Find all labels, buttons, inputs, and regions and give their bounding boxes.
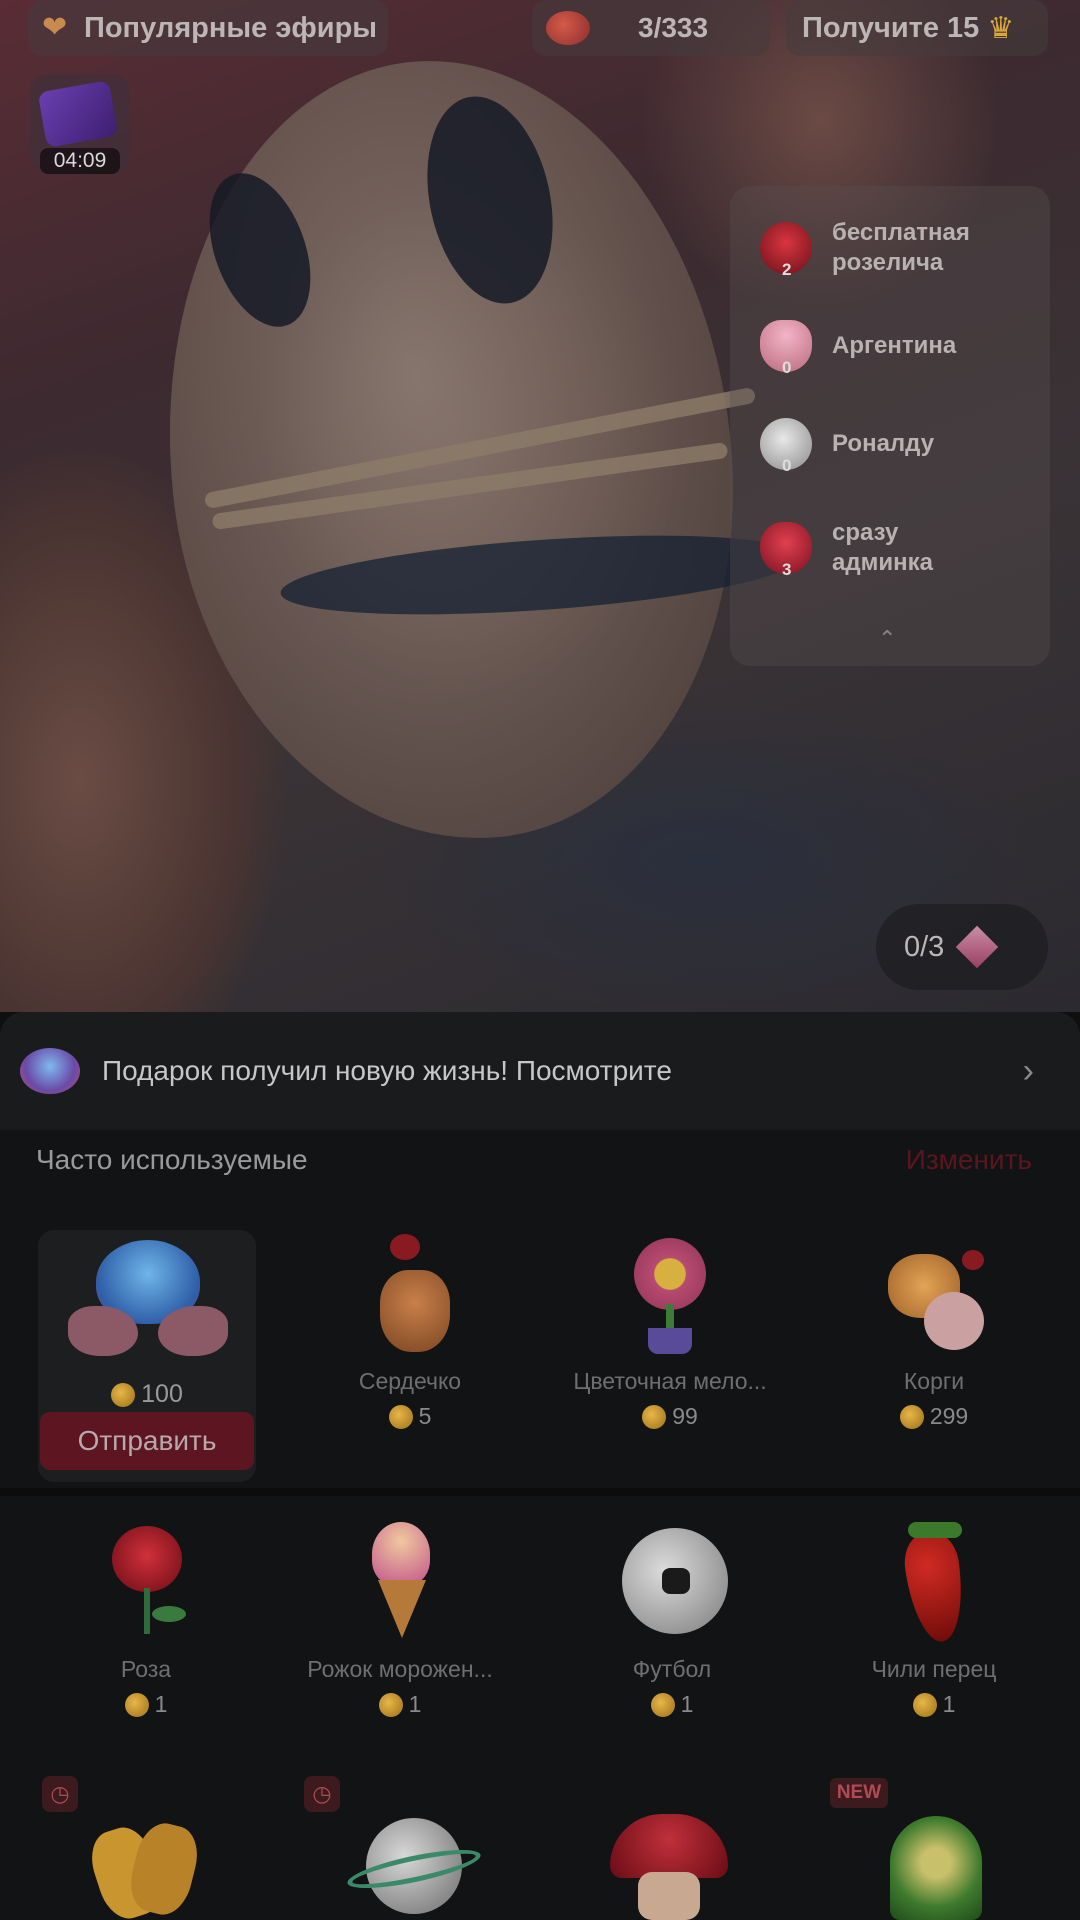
rose-icon: 2 [754, 216, 818, 280]
coin-icon [388, 1404, 413, 1429]
planet-ball-icon[interactable] [344, 1812, 484, 1920]
coin-icon [124, 1692, 149, 1717]
send-button[interactable]: Отправить [40, 1412, 254, 1470]
section-divider [0, 1488, 1080, 1496]
heart-hands-icon [68, 1236, 228, 1366]
gift-box-icon [37, 80, 119, 148]
gift-name: Футбол [632, 1656, 712, 1682]
rose-icon [86, 1522, 206, 1642]
gift-goal-item[interactable]: 0 Роналду [754, 412, 992, 476]
gift-name: Корги [903, 1368, 965, 1394]
gift-price: 5 [300, 1403, 520, 1430]
coin-icon [912, 1692, 937, 1717]
football-icon [612, 1522, 732, 1642]
gift-price-value: 1 [408, 1691, 422, 1717]
gift-name: Чили перец [871, 1656, 997, 1682]
gift-name: Сердечко [358, 1368, 462, 1394]
get-reward-label: Получите 15 [802, 11, 980, 44]
gift-goal-item[interactable]: 3 сразу админка [754, 516, 992, 580]
chevron-right-icon: › [1022, 1052, 1034, 1090]
selected-gift-price: 100 [38, 1380, 256, 1409]
stopwatch-icon: ◷ [304, 1776, 340, 1812]
gift-goal-label: Аргентина [832, 332, 957, 359]
heart-icon: 3 [754, 516, 818, 580]
gift-price-value: 1 [680, 1691, 694, 1717]
gift-price: 99 [560, 1403, 780, 1430]
gift-name: Цветочная мело... [573, 1368, 767, 1394]
gift-goal-item[interactable]: 0 Аргентина [754, 314, 992, 378]
mushroom-icon[interactable] [604, 1808, 734, 1920]
football-icon: 0 [754, 412, 818, 476]
gift-item[interactable]: Чили перец 1 [824, 1522, 1044, 1718]
popular-lives-button[interactable]: ❤ Популярные эфиры [28, 0, 388, 56]
gift-price-value: 5 [418, 1403, 432, 1429]
chevron-up-icon[interactable]: ⌃ [878, 626, 896, 652]
coin-icon [899, 1404, 924, 1429]
coin-icon [378, 1692, 403, 1717]
gift-gem-icon [20, 1048, 80, 1094]
gift-item[interactable]: Футбол 1 [562, 1522, 782, 1718]
ice-cream-icon: 0 [754, 314, 818, 378]
gift-goal-count: 0 [782, 456, 792, 475]
stopwatch-icon: ◷ [42, 1776, 78, 1812]
gift-goal-count: 3 [782, 560, 792, 579]
gift-goal-label: Роналду [832, 430, 935, 457]
gift-goal-count: 0 [782, 358, 792, 377]
gift-item[interactable]: Цветочная мело... 99 [560, 1234, 780, 1430]
heart-icon: ❤ [42, 11, 68, 44]
banner-text: Подарок получил новую жизнь! Посмотрите [102, 1055, 672, 1086]
gift-price: 1 [290, 1691, 510, 1718]
finger-heart-icon [350, 1234, 470, 1354]
timed-gift-countdown: 04:09 [40, 148, 120, 174]
gift-item[interactable]: Корги 299 [824, 1234, 1044, 1430]
edit-button[interactable]: Изменить [906, 1144, 1032, 1176]
gift-item[interactable]: Рожок морожен... 1 [290, 1522, 510, 1718]
gift-price-value: 1 [154, 1691, 168, 1717]
gift-progress-pill[interactable]: 3/333 [532, 0, 770, 56]
gift-price: 299 [824, 1403, 1044, 1430]
crown-icon: ♛ [987, 11, 1015, 45]
coin-icon [111, 1382, 136, 1407]
clapping-hands-icon[interactable] [83, 1802, 208, 1920]
gift-goal-label: бесплатная розелича [832, 219, 970, 276]
corgi-icon [874, 1234, 994, 1354]
ice-cream-icon [340, 1522, 460, 1642]
diamond-progress-pill[interactable]: 0/3 [876, 904, 1048, 990]
selected-gift-price-value: 100 [141, 1380, 183, 1408]
gift-goal-label: сразу админка [832, 519, 933, 576]
popular-lives-label: Популярные эфиры [84, 11, 378, 44]
coin-icon [650, 1692, 675, 1717]
diamond-icon [956, 925, 999, 969]
gift-price: 1 [824, 1691, 1044, 1718]
green-portal-icon[interactable] [876, 1816, 996, 1920]
gem-icon [546, 11, 590, 45]
gift-price-value: 1 [942, 1691, 956, 1717]
gift-goal-item[interactable]: 2 бесплатная розелича [754, 216, 992, 280]
gift-price-value: 99 [672, 1403, 698, 1429]
gift-update-banner[interactable]: Подарок получил новую жизнь! Посмотрите … [0, 1012, 1080, 1130]
gift-name: Роза [120, 1656, 172, 1682]
timed-gift-box[interactable]: 04:09 [30, 74, 130, 174]
get-reward-button[interactable]: Получите 15 ♛ [786, 0, 1048, 56]
gift-item[interactable]: Сердечко 5 [300, 1234, 520, 1430]
gift-goals-panel: 2 бесплатная розелича 0 Аргентина 0 Рона… [730, 186, 1050, 666]
flower-icon [610, 1234, 730, 1354]
diamond-progress-value: 0/3 [904, 930, 945, 963]
gift-panel: Подарок получил новую жизнь! Посмотрите … [0, 1012, 1080, 1920]
gift-goal-count: 2 [782, 260, 792, 279]
gift-price: 1 [562, 1691, 782, 1718]
gift-price: 1 [36, 1691, 256, 1718]
gift-price-value: 299 [929, 1403, 969, 1429]
coin-icon [642, 1404, 667, 1429]
section-title: Часто используемые [36, 1144, 308, 1175]
gift-name: Рожок морожен... [307, 1656, 493, 1682]
gift-item[interactable]: Роза 1 [36, 1522, 256, 1718]
new-badge: NEW [830, 1778, 888, 1808]
chili-icon [874, 1522, 994, 1646]
gift-progress-count: 3/333 [638, 12, 709, 43]
